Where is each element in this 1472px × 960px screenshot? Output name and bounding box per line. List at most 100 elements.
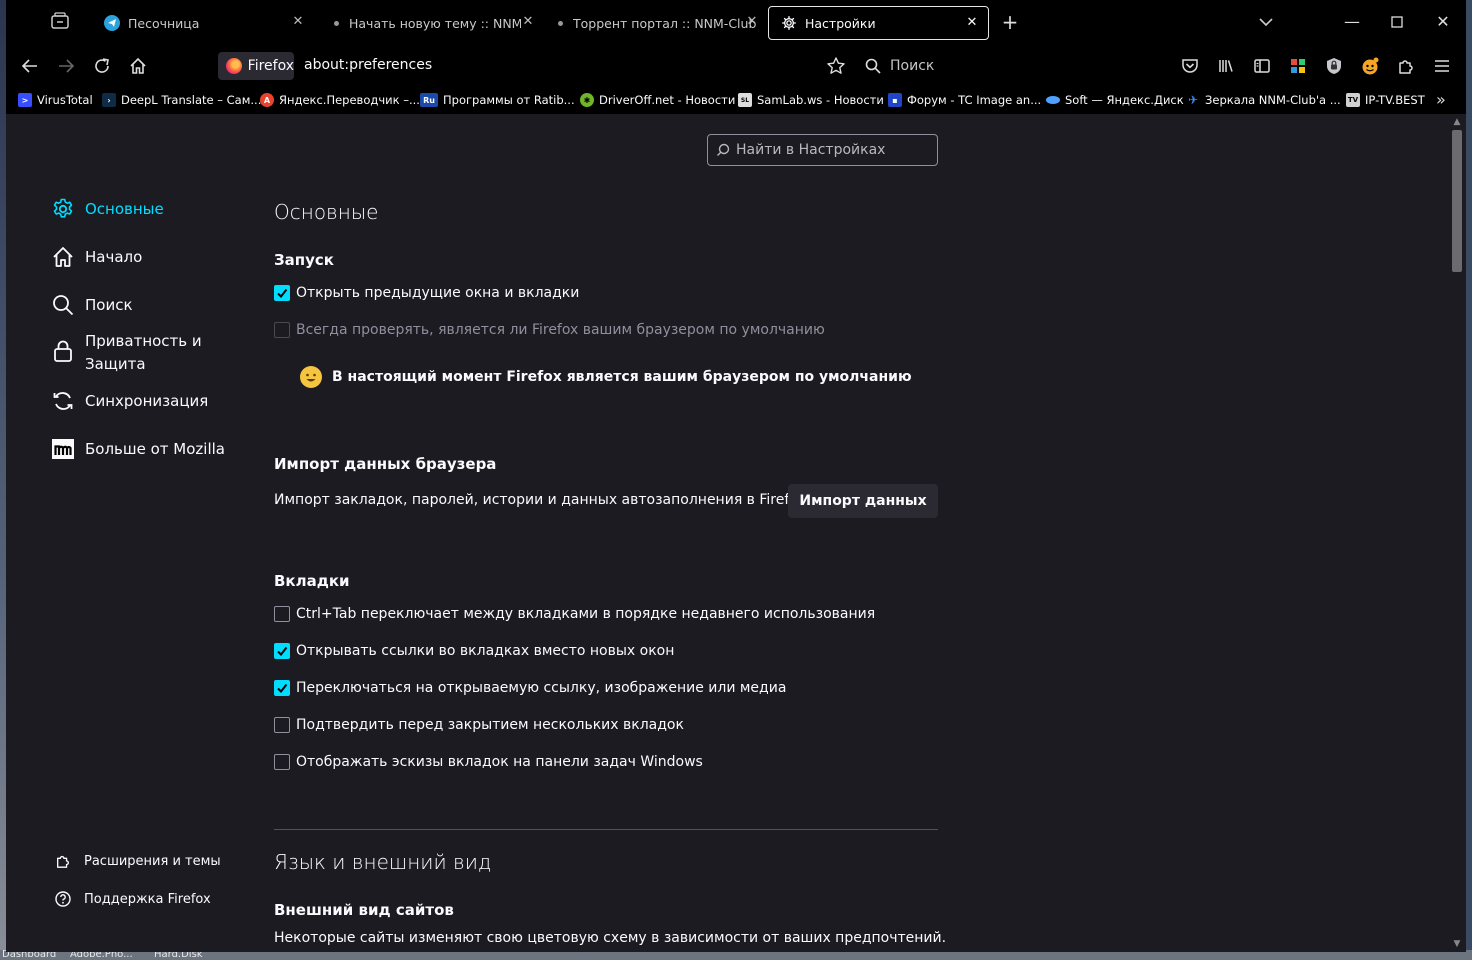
tab-title: Песочница — [128, 15, 200, 31]
tab-sandbox[interactable]: Песочница ✕ — [92, 6, 314, 40]
tab-settings[interactable]: Настройки ✕ — [768, 6, 989, 40]
bookmark-label: DeepL Translate – Сам... — [121, 93, 262, 107]
back-button[interactable] — [18, 54, 42, 78]
checkbox[interactable] — [274, 606, 290, 622]
bookmark-item[interactable]: ✈ Зеркала NNM-Club'a ... — [1186, 91, 1341, 109]
category-label: Синхронизация — [85, 392, 209, 410]
search-icon — [717, 143, 730, 156]
bookmark-item[interactable]: Soft — Яндекс.Диск — [1046, 91, 1184, 109]
category-privacy[interactable]: Приватность и Защита — [50, 330, 215, 376]
scroll-thumb[interactable] — [1452, 130, 1462, 272]
taskbar-previews-checkbox[interactable]: Отображать эскизы вкладок на панели зада… — [274, 754, 703, 770]
page-scrollbar[interactable]: ▲ ▼ — [1448, 114, 1466, 952]
maximize-icon — [1391, 16, 1403, 28]
bookmark-star-button[interactable] — [824, 54, 848, 78]
bookmark-item[interactable]: Ru Программы от Ratib... — [420, 91, 575, 109]
tab-torrent-portal[interactable]: Торрент портал :: NNM-Club ✕ — [546, 6, 768, 40]
maximize-button[interactable] — [1385, 10, 1409, 34]
shield-extension-button[interactable] — [1322, 54, 1346, 78]
url-text[interactable]: about:preferences — [304, 57, 432, 73]
category-label: Приватность и Защита — [85, 332, 202, 373]
addons-link[interactable]: Расширения и темы — [54, 852, 221, 870]
pocket-icon — [1182, 59, 1198, 73]
forward-button[interactable] — [54, 54, 78, 78]
checkbox[interactable] — [274, 680, 290, 696]
switch-to-new-tabs-checkbox[interactable]: Переключаться на открываемую ссылку, изо… — [274, 680, 786, 696]
bookmark-item[interactable]: ▪ Форум - TC Image an... — [888, 91, 1041, 109]
help-icon — [54, 890, 72, 908]
checkbox-label: Всегда проверять, является ли Firefox ва… — [296, 322, 825, 338]
tab-title: Торрент портал :: NNM-Club — [573, 15, 757, 31]
list-all-tabs-button[interactable] — [1256, 12, 1280, 34]
default-browser-status: В настоящий момент Firefox является ваши… — [300, 366, 912, 388]
reload-button[interactable] — [90, 54, 114, 78]
warn-on-close-checkbox[interactable]: Подтвердить перед закрытием нескольких в… — [274, 717, 684, 733]
bookmark-label: Зеркала NNM-Club'a ... — [1205, 93, 1341, 107]
category-sync[interactable]: Синхронизация — [50, 388, 208, 414]
category-search[interactable]: Поиск — [50, 292, 133, 318]
bookmark-item[interactable]: A Яндекс.Переводчик –... — [260, 91, 420, 109]
home-button[interactable] — [126, 54, 150, 78]
extensions-button[interactable] — [1394, 54, 1418, 78]
checkbox[interactable] — [274, 754, 290, 770]
preferences-page: Найти в Настройках Основные Начало Поиск… — [6, 114, 1466, 952]
import-data-button[interactable]: Импорт данных — [788, 484, 938, 518]
tab-new-topic[interactable]: Начать новую тему :: NNM-Club ✕ — [322, 6, 544, 40]
url-bar[interactable]: Firefox about:preferences — [218, 52, 858, 80]
tv-icon: TV — [1346, 93, 1360, 107]
close-window-button[interactable]: ✕ — [1431, 10, 1455, 34]
tab-title: Начать новую тему :: NNM-Club — [349, 15, 521, 31]
checkbox[interactable] — [274, 285, 290, 301]
settings-search-input[interactable]: Найти в Настройках — [707, 134, 938, 166]
lock-icon — [50, 338, 76, 364]
identity-box[interactable]: Firefox — [218, 52, 294, 80]
scroll-up-icon[interactable]: ▲ — [1452, 117, 1462, 127]
firefox-view-button[interactable] — [50, 12, 78, 34]
bookmark-label: Soft — Яндекс.Диск — [1065, 93, 1184, 107]
tab-title: Настройки — [805, 15, 876, 31]
minimize-button[interactable]: — — [1340, 10, 1364, 34]
checkbox-label: Переключаться на открываемую ссылку, изо… — [296, 680, 787, 696]
sidebar-button[interactable] — [1250, 54, 1274, 78]
import-description: Импорт закладок, паролей, истории и данн… — [274, 492, 811, 508]
category-general[interactable]: Основные — [50, 196, 164, 222]
checkmark-icon — [277, 683, 288, 694]
open-links-in-tabs-checkbox[interactable]: Открывать ссылки во вкладках вместо новы… — [274, 643, 674, 659]
virustotal-icon: > — [18, 93, 32, 107]
bookmark-item[interactable]: SL SamLab.ws - Новости — [738, 91, 884, 109]
close-icon[interactable]: ✕ — [744, 14, 760, 30]
addons-label: Расширения и темы — [84, 853, 221, 869]
search-icon — [50, 292, 76, 318]
ctrl-tab-checkbox[interactable]: Ctrl+Tab переключает между вкладками в п… — [274, 606, 875, 622]
chevron-down-icon — [1259, 18, 1273, 27]
support-link[interactable]: Поддержка Firefox — [54, 890, 211, 908]
new-tab-button[interactable]: + — [998, 12, 1022, 34]
bookmark-label: SamLab.ws - Новости — [757, 93, 884, 107]
restore-session-checkbox[interactable]: Открыть предыдущие окна и вкладки — [274, 285, 579, 301]
bookmark-item[interactable]: > VirusTotal — [18, 91, 93, 109]
category-home[interactable]: Начало — [50, 244, 142, 270]
scroll-down-icon[interactable]: ▼ — [1452, 939, 1462, 949]
samlab-icon: SL — [738, 93, 752, 107]
bookmark-item[interactable]: TV IP-TV.BEST — [1346, 91, 1425, 109]
identity-label: Firefox — [247, 58, 294, 74]
firefox-logo-icon — [226, 58, 242, 74]
close-icon[interactable]: ✕ — [964, 15, 980, 31]
close-icon[interactable]: ✕ — [290, 14, 306, 30]
arrow-left-icon — [21, 59, 37, 73]
checkbox[interactable] — [274, 643, 290, 659]
library-button[interactable] — [1214, 54, 1238, 78]
smiley-icon — [300, 366, 322, 388]
web-search-bar[interactable]: Поиск — [864, 52, 1164, 80]
bookmarks-overflow-button[interactable]: » — [1436, 90, 1456, 110]
pocket-button[interactable] — [1178, 54, 1202, 78]
bookmark-item[interactable]: › DeepL Translate – Сам... — [102, 91, 261, 109]
extension-grid-button[interactable] — [1286, 54, 1310, 78]
account-button[interactable] — [1358, 54, 1382, 78]
bookmark-item[interactable]: ✱ DriverOff.net - Новости — [580, 91, 735, 109]
checkbox[interactable] — [274, 717, 290, 733]
category-more-from-mozilla[interactable]: Больше от Mozilla — [50, 436, 225, 462]
close-icon[interactable]: ✕ — [520, 14, 536, 30]
app-menu-button[interactable] — [1430, 54, 1454, 78]
bookmark-label: DriverOff.net - Новости — [599, 93, 736, 107]
